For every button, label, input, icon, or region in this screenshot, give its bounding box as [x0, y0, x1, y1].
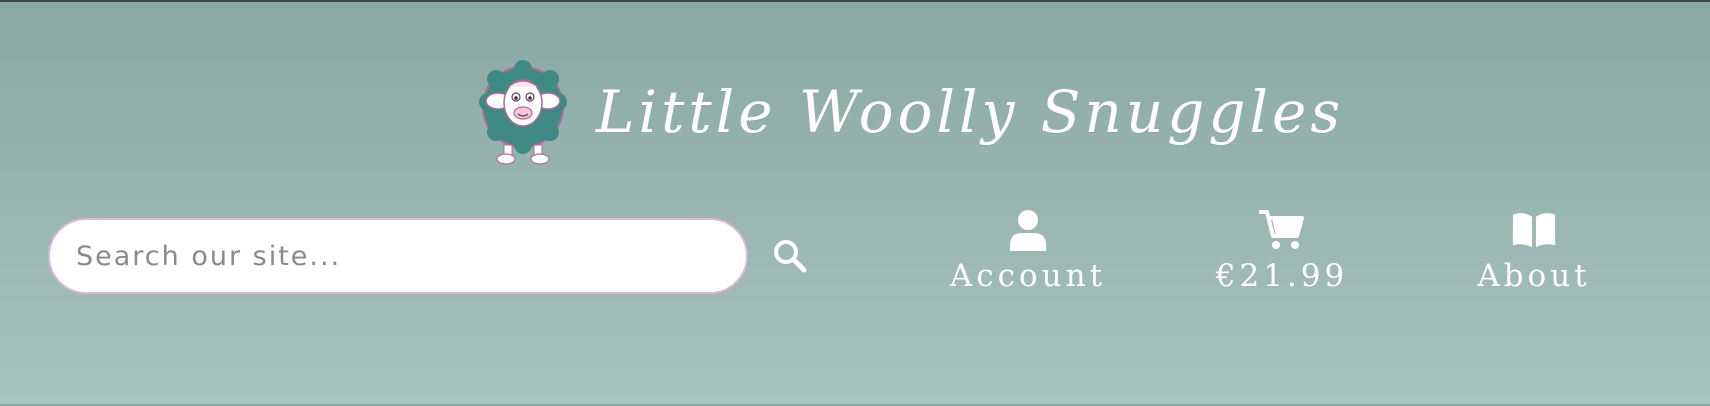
site-title: Little Woolly Snuggles — [596, 78, 1345, 146]
about-label: About — [1477, 258, 1591, 294]
search-input[interactable] — [48, 218, 748, 294]
search-button[interactable] — [768, 234, 812, 278]
account-label: Account — [949, 258, 1107, 294]
search-icon — [774, 240, 807, 273]
book-icon — [1511, 208, 1557, 252]
sheep-logo-icon — [479, 60, 567, 165]
about-link[interactable]: About — [1434, 208, 1634, 308]
cart-link[interactable]: €21.99 — [1182, 208, 1382, 308]
cart-total: €21.99 — [1215, 258, 1349, 294]
person-icon — [1005, 208, 1051, 252]
cart-icon — [1259, 208, 1305, 252]
category-nav-clipped — [0, 394, 1710, 406]
brand-link[interactable]: Little Woolly Snuggles — [468, 57, 1344, 167]
account-link[interactable]: Account — [928, 208, 1128, 308]
